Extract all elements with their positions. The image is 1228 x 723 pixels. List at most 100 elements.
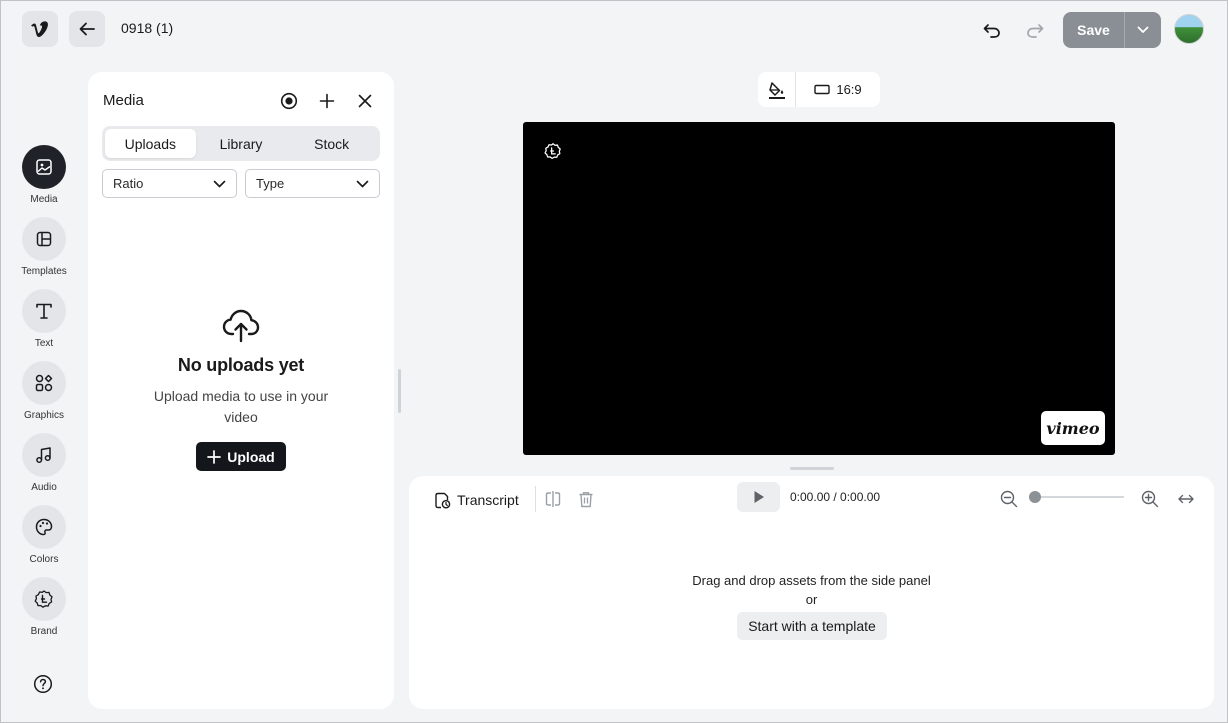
nav-button-templates[interactable] [22, 217, 66, 261]
sidebar-item-colors[interactable]: Colors [14, 505, 74, 565]
transcript-label: Transcript [457, 492, 519, 508]
nav-button-audio[interactable] [22, 433, 66, 477]
vimeo-logo-button[interactable] [22, 11, 58, 47]
upload-button-label: Upload [227, 448, 275, 465]
zoom-in-icon [1141, 490, 1159, 508]
zoom-out-button[interactable] [998, 488, 1020, 510]
palette-icon [35, 518, 53, 536]
plus-icon [207, 449, 222, 464]
user-avatar[interactable] [1174, 14, 1204, 44]
zoom-in-button[interactable] [1139, 488, 1161, 510]
ratio-filter-select[interactable]: Ratio [102, 169, 237, 198]
sidebar-item-label: Media [30, 194, 58, 205]
help-button[interactable] [32, 673, 54, 695]
aspect-ratio-button[interactable]: 16:9 [796, 82, 880, 97]
nav-button-media[interactable] [22, 145, 66, 189]
sidebar-item-audio[interactable]: Audio [14, 433, 74, 493]
redo-icon [1027, 24, 1044, 38]
sidebar-item-templates[interactable]: Templates [14, 217, 74, 277]
media-tabs: Uploads Library Stock [102, 126, 380, 161]
empty-state-subtitle: Upload media to use in your video [153, 388, 329, 425]
transcript-icon [435, 492, 451, 509]
sidebar-item-label: Colors [29, 554, 59, 565]
add-media-button[interactable] [316, 90, 338, 112]
record-button[interactable] [278, 90, 300, 112]
aspect-ratio-label: 16:9 [836, 82, 862, 97]
type-filter-select[interactable]: Type [245, 169, 380, 198]
panel-resize-handle[interactable] [398, 369, 401, 413]
drop-hint: Drag and drop assets from the side panel [692, 573, 931, 588]
timeline-resize-handle[interactable] [790, 467, 834, 470]
sidebar-item-graphics[interactable]: Graphics [14, 361, 74, 421]
start-with-template-button[interactable]: Start with a template [737, 612, 887, 640]
redo-button[interactable] [1022, 18, 1048, 42]
sidebar-item-label: Audio [31, 482, 57, 493]
chevron-down-icon [1137, 26, 1149, 33]
vimeo-logo-icon [31, 21, 48, 38]
music-note-icon [36, 447, 51, 464]
arrow-left-icon [79, 22, 95, 36]
chevron-down-icon [213, 180, 226, 187]
templates-icon [36, 231, 52, 247]
sidebar-item-label: Graphics [23, 410, 64, 421]
zoom-out-icon [1000, 490, 1018, 508]
sidebar-item-brand[interactable]: Brand [14, 577, 74, 637]
text-icon [36, 303, 52, 319]
plus-icon [319, 93, 335, 109]
delete-button[interactable] [575, 488, 597, 510]
close-panel-button[interactable] [354, 90, 376, 112]
save-button[interactable]: Save [1063, 12, 1124, 48]
image-icon [36, 159, 52, 175]
nav-button-graphics[interactable] [22, 361, 66, 405]
sidebar-item-text[interactable]: Text [14, 289, 74, 349]
tab-uploads[interactable]: Uploads [105, 129, 196, 158]
split-icon [545, 491, 561, 507]
sidebar-item-label: Templates [21, 266, 67, 277]
tab-library[interactable]: Library [196, 129, 287, 158]
undo-button[interactable] [979, 18, 1005, 42]
zoom-slider-track[interactable] [1031, 496, 1124, 498]
brand-icon [544, 143, 561, 160]
ratio-filter-label: Ratio [113, 176, 144, 191]
trash-icon [579, 491, 593, 507]
tab-stock[interactable]: Stock [286, 129, 377, 158]
fit-timeline-button[interactable] [1175, 488, 1197, 510]
save-button-group: Save [1063, 12, 1161, 48]
chevron-down-icon [356, 180, 369, 187]
close-icon [358, 94, 372, 108]
video-preview[interactable]: vimeo [523, 122, 1115, 455]
record-icon [280, 92, 298, 110]
timeline-panel: Transcript 0:00.00 / 0:00.00 Drag and dr… [409, 476, 1214, 709]
sidebar-item-label: Brand [30, 626, 58, 637]
timecode: 0:00.00 / 0:00.00 [790, 490, 881, 504]
sidebar-item-media[interactable]: Media [14, 145, 74, 205]
save-options-button[interactable] [1124, 12, 1161, 48]
media-panel: Media Uploads Library Stock Ratio Type N… [88, 72, 394, 709]
toolbar-divider [535, 486, 536, 512]
sidebar-item-label: Text [34, 338, 54, 349]
play-button[interactable] [737, 482, 780, 512]
empty-state-title: No uploads yet [177, 355, 305, 375]
nav-button-text[interactable] [22, 289, 66, 333]
paint-bucket-icon [768, 81, 785, 99]
type-filter-label: Type [256, 176, 285, 191]
cloud-upload-icon [222, 309, 260, 343]
upload-button[interactable]: Upload [196, 442, 286, 471]
zoom-slider-handle[interactable] [1029, 491, 1041, 503]
split-button[interactable] [542, 488, 564, 510]
canvas-toolbar: 16:9 [758, 72, 880, 107]
vimeo-watermark: vimeo [1041, 411, 1105, 445]
or-separator: or [805, 592, 818, 607]
help-icon [33, 674, 53, 694]
project-title[interactable]: 0918 (1) [121, 20, 173, 36]
background-fill-button[interactable] [758, 72, 796, 107]
transcript-button[interactable]: Transcript [434, 488, 519, 512]
undo-icon [983, 24, 1000, 38]
aspect-ratio-icon [814, 84, 831, 95]
play-icon [754, 491, 764, 503]
graphics-icon [35, 374, 53, 392]
back-button[interactable] [69, 11, 105, 47]
nav-button-brand[interactable] [22, 577, 66, 621]
nav-button-colors[interactable] [22, 505, 66, 549]
panel-title: Media [103, 92, 144, 109]
